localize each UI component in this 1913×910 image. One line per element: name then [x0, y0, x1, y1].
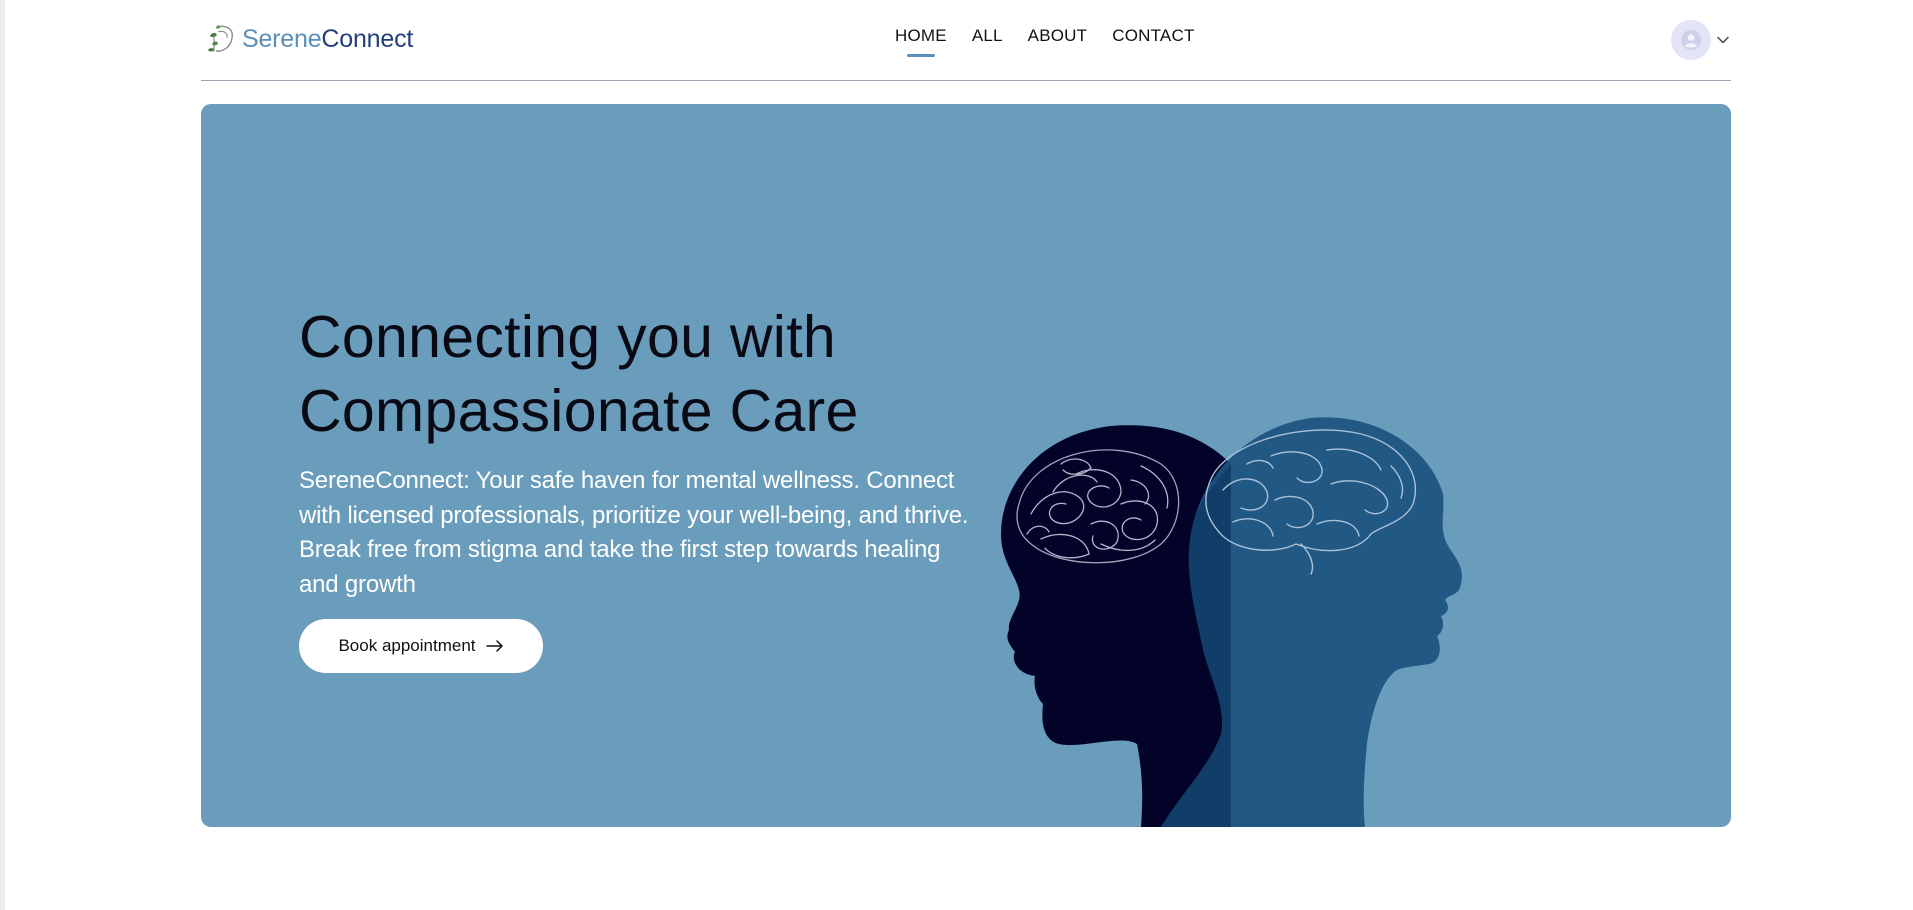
nav-item-all[interactable]: ALL [972, 26, 1003, 46]
leaf-vine-icon [208, 25, 233, 52]
hero-title: Connecting you with Compassionate Care [299, 300, 999, 448]
hero-title-line2: Compassionate Care [299, 378, 859, 444]
top-navbar: SereneConnect HOME ALL ABOUT CONTACT [201, 0, 1731, 81]
avatar[interactable] [1671, 20, 1711, 60]
nav-item-contact[interactable]: CONTACT [1112, 26, 1194, 46]
dark-head-silhouette [1001, 425, 1231, 827]
chevron-down-icon[interactable] [1715, 32, 1731, 48]
hero-banner: Connecting you with Compassionate Care S… [201, 104, 1731, 827]
book-appointment-label: Book appointment [338, 636, 476, 655]
brand-name-part2: Connect [321, 24, 414, 53]
page: SereneConnect HOME ALL ABOUT CONTACT Con [0, 0, 1913, 910]
brand-logo[interactable]: SereneConnect [206, 22, 413, 56]
brand-name-part1: Serene [242, 24, 322, 53]
book-appointment-button[interactable]: Book appointment [299, 619, 543, 673]
hero-title-line1: Connecting you with [299, 304, 837, 370]
hero-description: SereneConnect: Your safe haven for menta… [299, 467, 969, 598]
two-heads-brain-illustration [1001, 417, 1462, 827]
brand-name: SereneConnect [242, 25, 413, 54]
arrow-right-icon [485, 640, 503, 652]
user-avatar-icon [1681, 30, 1701, 50]
main-nav: HOME ALL ABOUT CONTACT [895, 26, 1195, 57]
user-menu[interactable] [1671, 20, 1731, 60]
nav-item-about[interactable]: ABOUT [1028, 26, 1088, 46]
nav-item-home[interactable]: HOME [895, 26, 947, 57]
